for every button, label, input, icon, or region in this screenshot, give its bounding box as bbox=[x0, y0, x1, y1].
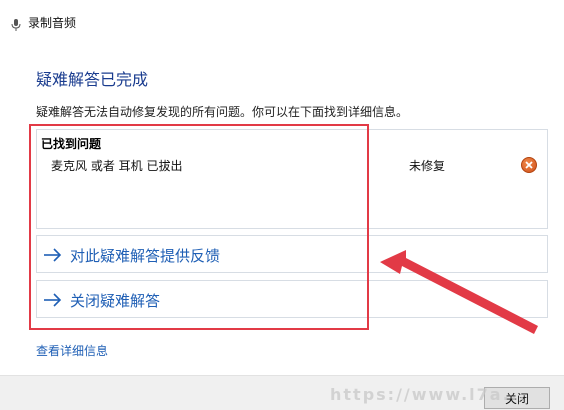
title-bar: 录制音频 bbox=[0, 0, 564, 42]
window-title: 录制音频 bbox=[28, 16, 77, 30]
description-text: 疑难解答无法自动修复发现的所有问题。你可以在下面找到详细信息。 bbox=[36, 105, 409, 119]
close-troubleshooter-link[interactable]: 关闭疑难解答 bbox=[36, 280, 548, 318]
problems-header: 已找到问题 bbox=[41, 137, 102, 151]
arrow-right-icon bbox=[43, 247, 63, 267]
error-icon bbox=[521, 157, 537, 173]
footer-bar: 关闭 bbox=[0, 375, 564, 410]
problem-status: 未修复 bbox=[409, 159, 446, 173]
feedback-link[interactable]: 对此疑难解答提供反馈 bbox=[36, 235, 548, 273]
close-troubleshooter-label: 关闭疑难解答 bbox=[70, 292, 161, 310]
close-button[interactable]: 关闭 bbox=[484, 387, 550, 409]
problems-panel: 已找到问题 麦克风 或者 耳机 已拔出 未修复 bbox=[36, 129, 548, 229]
microphone-icon bbox=[9, 16, 23, 31]
problem-name: 麦克风 或者 耳机 已拔出 bbox=[51, 159, 183, 173]
feedback-link-label: 对此疑难解答提供反馈 bbox=[70, 247, 221, 265]
page-title: 疑难解答已完成 bbox=[36, 70, 149, 89]
arrow-right-icon bbox=[43, 292, 63, 312]
problem-row: 麦克风 或者 耳机 已拔出 未修复 bbox=[37, 154, 547, 176]
view-details-link[interactable]: 查看详细信息 bbox=[36, 342, 108, 359]
